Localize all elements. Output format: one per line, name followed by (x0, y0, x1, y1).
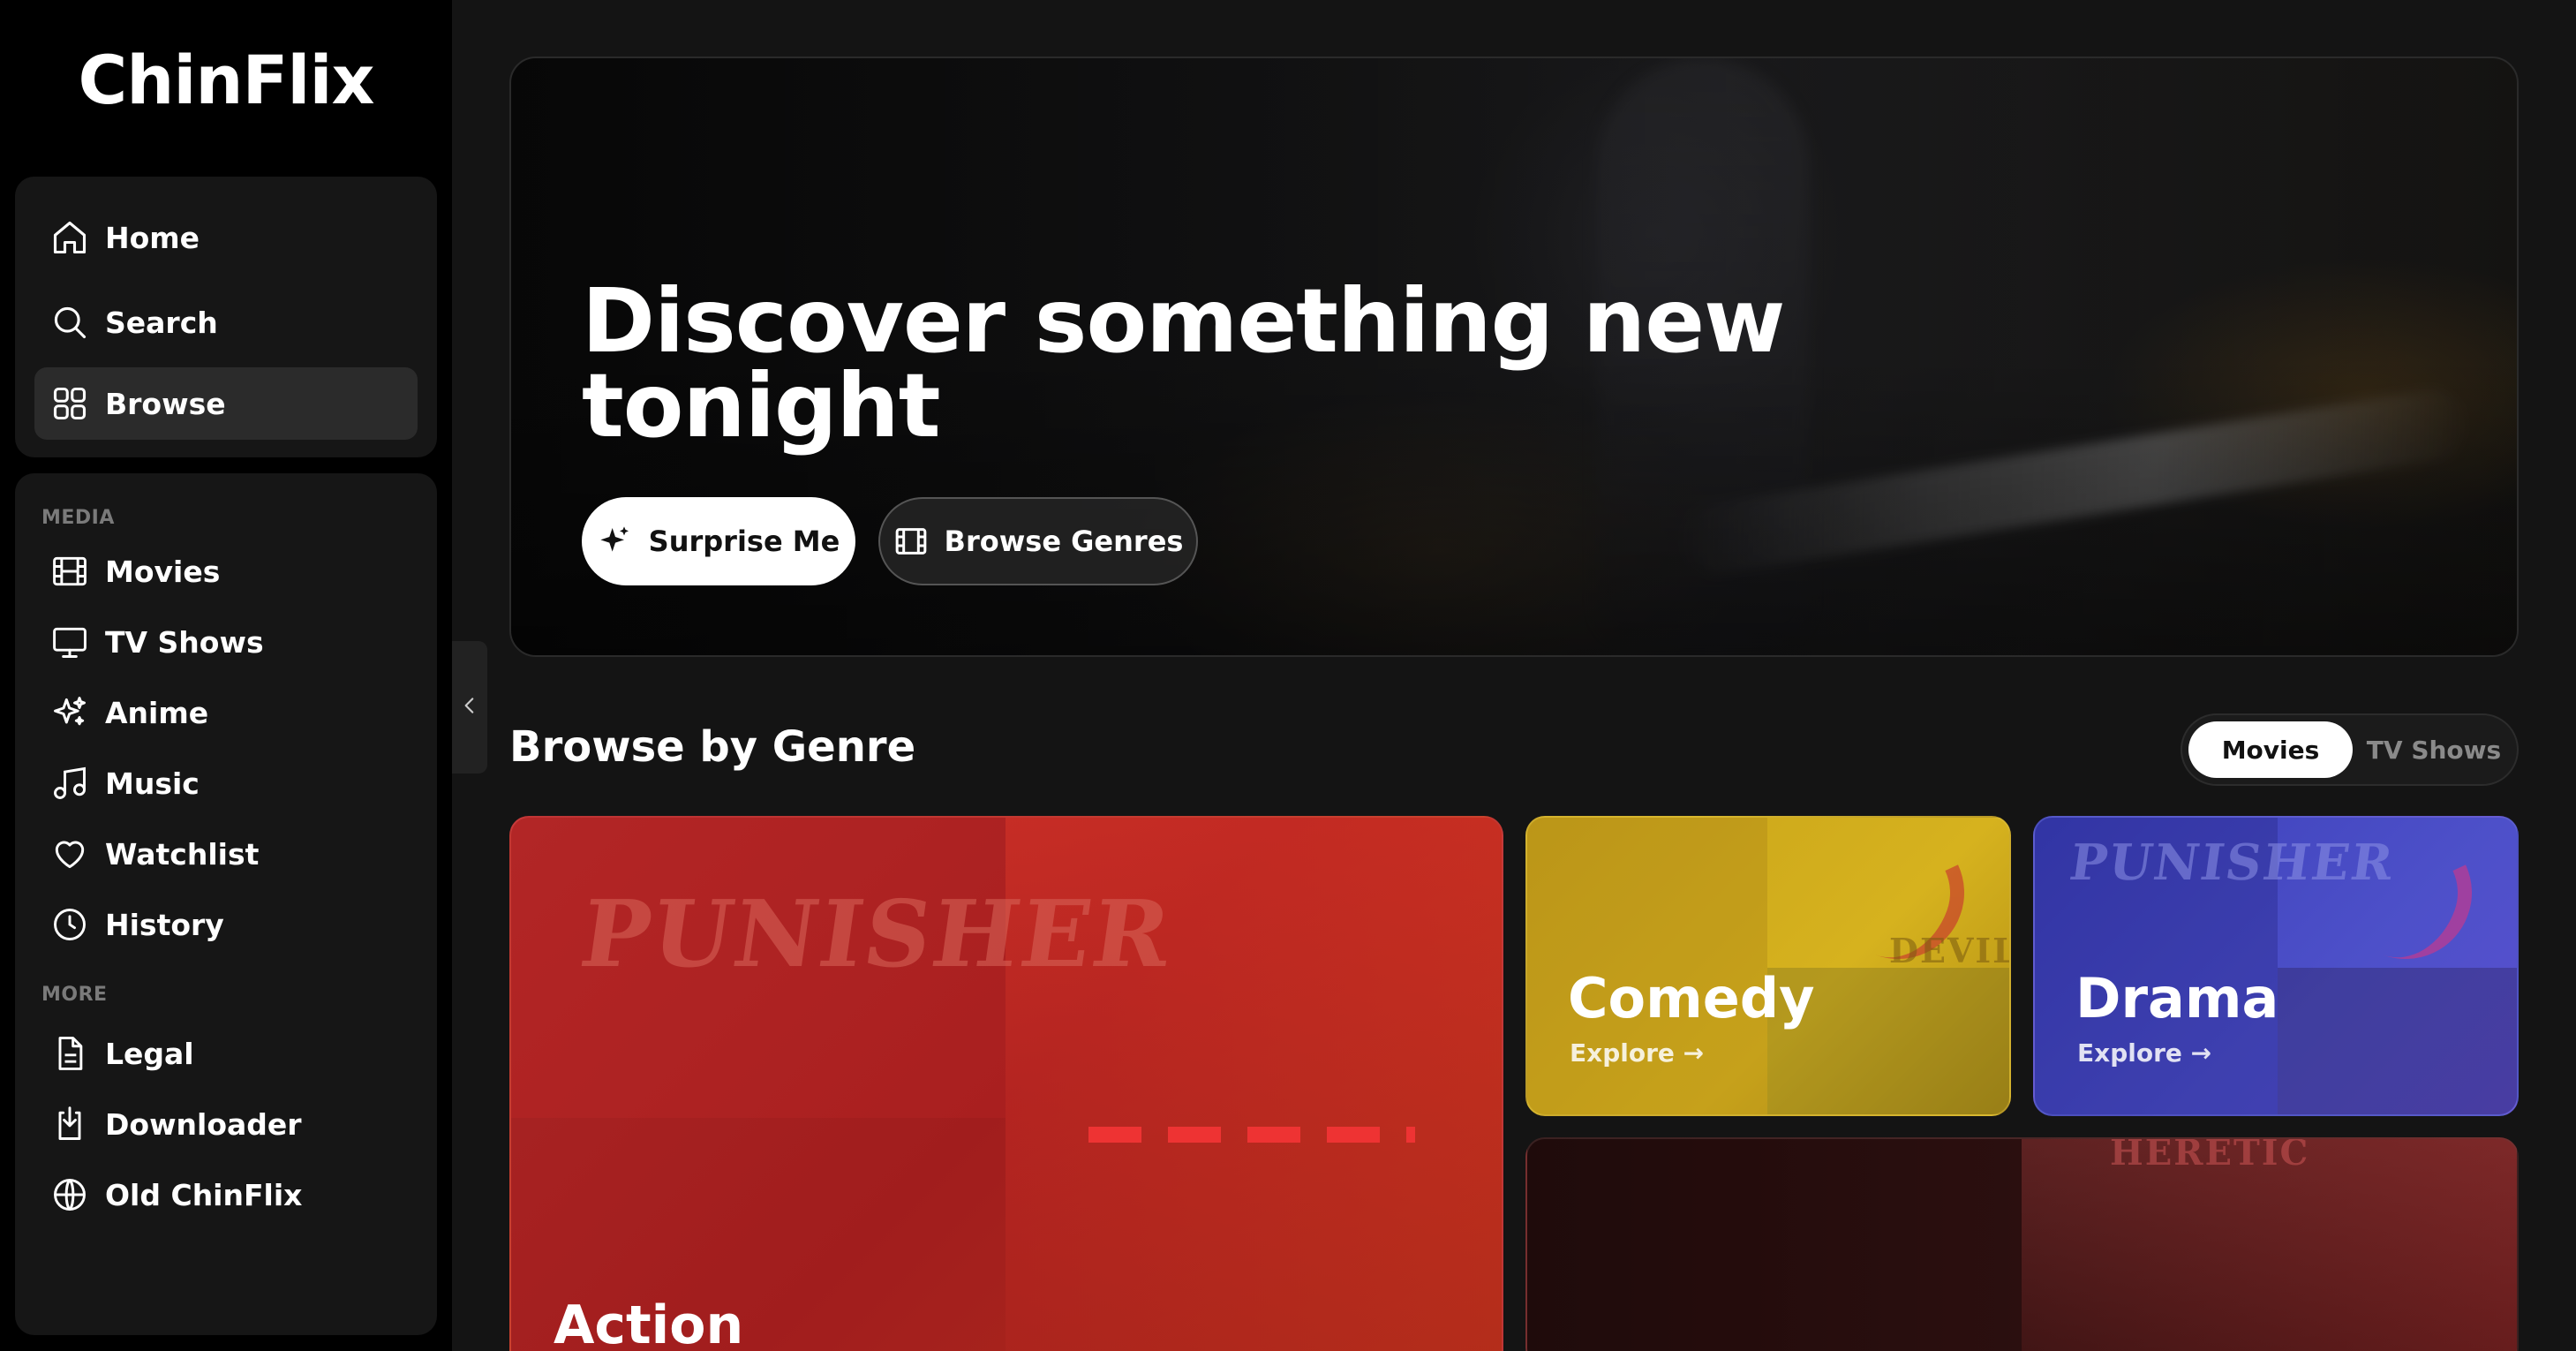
nav-anime-label: Anime (105, 695, 209, 730)
nav-downloader[interactable]: Downloader (34, 1088, 418, 1160)
primary-nav: Home Search Browse (15, 177, 437, 457)
nav-legal-label: Legal (105, 1036, 194, 1071)
document-icon (50, 1034, 89, 1073)
film-icon (50, 552, 89, 591)
secondary-nav: MEDIA Movies TV Shows Anime Music Watchl… (15, 473, 437, 1335)
nav-browse[interactable]: Browse (34, 367, 418, 440)
sparkles-icon (598, 524, 633, 559)
toggle-movies[interactable]: Movies (2188, 721, 2353, 778)
chevron-left-icon (458, 694, 481, 721)
nav-old-chinflix[interactable]: Old ChinFlix (34, 1159, 418, 1231)
explore-link[interactable]: Explore → (2077, 1038, 2211, 1068)
nav-legal[interactable]: Legal (34, 1017, 418, 1090)
poster-title: HERETIC (2110, 1137, 2310, 1174)
download-icon (50, 1105, 89, 1143)
genre-card-action[interactable]: PUNISHER Action (509, 816, 1503, 1351)
nav-tv-shows[interactable]: TV Shows (34, 606, 418, 678)
genre-card-horror[interactable]: HERETIC (1525, 1137, 2519, 1351)
nav-music-label: Music (105, 766, 200, 801)
poster-title: DEVIL (1889, 931, 2011, 970)
genre-card-comedy[interactable]: DEVIL Comedy Explore → (1525, 816, 2011, 1116)
toggle-tv-shows[interactable]: TV Shows (2359, 721, 2509, 778)
surprise-me-label: Surprise Me (648, 525, 840, 558)
genre-card-drama[interactable]: PUNISHER Drama Explore → (2033, 816, 2519, 1116)
nav-search[interactable]: Search (34, 286, 418, 359)
app-logo[interactable]: ChinFlix (0, 41, 452, 119)
search-icon (50, 303, 89, 342)
nav-home[interactable]: Home (34, 201, 418, 274)
nav-search-label: Search (105, 305, 218, 340)
hero-title: Discover something new tonight (582, 269, 1785, 457)
nav-old-chinflix-label: Old ChinFlix (105, 1177, 303, 1212)
nav-watchlist[interactable]: Watchlist (34, 818, 418, 890)
globe-icon (50, 1175, 89, 1214)
clock-icon (50, 905, 89, 944)
nav-history-label: History (105, 907, 224, 942)
nav-anime[interactable]: Anime (34, 676, 418, 749)
nav-movies-label: Movies (105, 554, 221, 589)
genre-name: Comedy (1568, 966, 1815, 1030)
poster-tile (2278, 968, 2517, 1114)
poster-title: PUNISHER (574, 879, 1179, 988)
nav-music[interactable]: Music (34, 747, 418, 819)
music-icon (50, 764, 89, 803)
nav-watchlist-label: Watchlist (105, 836, 260, 872)
genre-name: Drama (2075, 966, 2279, 1030)
nav-movies[interactable]: Movies (34, 535, 418, 608)
app-root: ChinFlix Home Search Browse MEDIA Movies… (0, 0, 2576, 1351)
grid-icon (50, 384, 89, 423)
film-icon (893, 524, 929, 559)
browse-genres-label: Browse Genres (944, 525, 1184, 558)
more-section-label: MORE (41, 984, 108, 1006)
genre-section-title: Browse by Genre (509, 722, 916, 772)
nav-tv-shows-label: TV Shows (105, 624, 264, 660)
nav-home-label: Home (105, 220, 200, 255)
browse-genres-button[interactable]: Browse Genres (878, 497, 1198, 585)
poster-tile (1527, 1139, 2022, 1351)
sidebar-collapse-button[interactable] (452, 641, 487, 774)
home-icon (50, 218, 89, 257)
heart-icon (50, 834, 89, 873)
sparkles-icon (50, 693, 89, 732)
nav-history[interactable]: History (34, 888, 418, 961)
genre-name: Action (554, 1294, 744, 1351)
surprise-me-button[interactable]: Surprise Me (582, 497, 855, 585)
media-type-toggle: Movies TV Shows (2181, 713, 2519, 786)
sidebar: ChinFlix Home Search Browse MEDIA Movies… (0, 0, 452, 1351)
media-section-label: MEDIA (41, 507, 115, 529)
nav-browse-label: Browse (105, 386, 226, 421)
nav-downloader-label: Downloader (105, 1106, 302, 1142)
hero-banner: Discover something new tonight Surprise … (509, 57, 2519, 657)
poster-bar (1088, 1127, 1415, 1143)
explore-link[interactable]: Explore → (1570, 1038, 1704, 1068)
tv-icon (50, 623, 89, 661)
